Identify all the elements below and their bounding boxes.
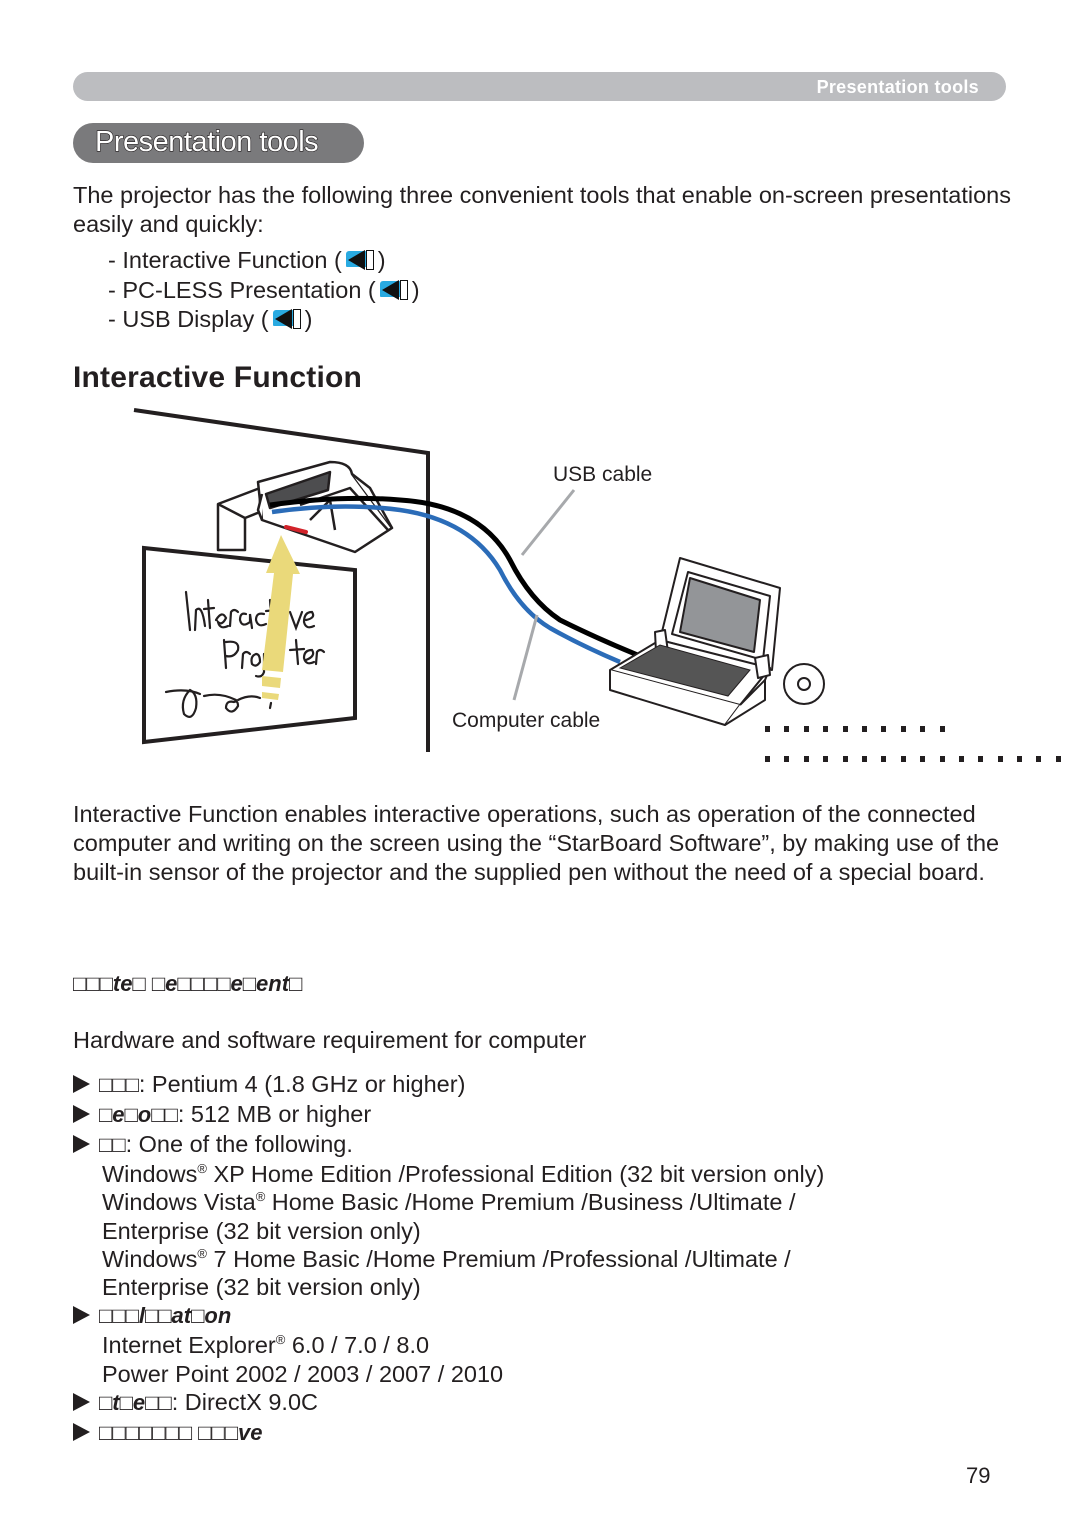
- bullet-arrow-icon: [73, 1075, 90, 1093]
- tool-item-interactive-function[interactable]: - Interactive Function (): [108, 246, 420, 276]
- system-requirements-heading: □□□te□ □e□□□□e□ent□: [73, 971, 303, 996]
- os-text: Enterprise (32 bit version only): [102, 1217, 421, 1244]
- bullet-arrow-icon: [73, 1393, 90, 1412]
- os-text: Enterprise (32 bit version only): [102, 1274, 421, 1301]
- application-item: Power Point 2002 / 2003 / 2007 / 2010: [73, 1360, 1033, 1388]
- laptop: [609, 557, 781, 726]
- book-reference-icon[interactable]: [378, 279, 412, 301]
- interactive-function-heading: Interactive Function: [73, 361, 363, 394]
- requirements-list: □□□: Pentium 4 (1.8 GHz or higher) □e□o□…: [73, 1070, 1033, 1448]
- requirement-value: : One of the following.: [125, 1131, 353, 1157]
- requirement-key: □e□o□□: [99, 1102, 178, 1127]
- requirement-key: □□□: [99, 1072, 139, 1097]
- dotted-leader-long: [765, 756, 1061, 762]
- requirement-application: □□□l□□at□on: [73, 1301, 1033, 1331]
- computer-cable-label: Computer cable: [452, 709, 600, 732]
- bullet-arrow-icon: [73, 1105, 90, 1123]
- book-reference-icon[interactable]: [271, 308, 305, 330]
- requirement-value: : Pentium 4 (1.8 GHz or higher): [138, 1071, 466, 1097]
- requirement-drive: □□□□□□□ □□□ve: [73, 1418, 1033, 1448]
- running-header-title: Presentation tools: [816, 77, 979, 97]
- os-text: Home Basic /Home Premium /Business /Ulti…: [265, 1189, 796, 1216]
- tool-paren: ): [411, 276, 420, 303]
- usb-cable-label: USB cable: [553, 463, 652, 486]
- interactive-description: Interactive Function enables interactive…: [73, 801, 1000, 885]
- os-text: XP Home Edition /Professional Edition (3…: [206, 1161, 825, 1187]
- os-text: Windows: [102, 1245, 198, 1272]
- app-text: Internet Explorer: [102, 1332, 276, 1359]
- requirement-cpu: □□□: Pentium 4 (1.8 GHz or higher): [73, 1070, 1033, 1100]
- page-number: 79: [966, 1463, 991, 1488]
- section-title-pill: Presentation tools: [73, 123, 364, 163]
- interactive-function-diagram: USB cable Computer cable: [133, 408, 825, 752]
- tool-item-usb-display[interactable]: - USB Display (): [108, 305, 420, 335]
- os-text: Windows Vista: [102, 1189, 256, 1216]
- requirement-value: : 512 MB or higher: [177, 1101, 372, 1127]
- requirement-key: □□□□□□□ □□□ve: [99, 1420, 263, 1446]
- os-item: Windows Vista® Home Basic /Home Premium …: [73, 1188, 1033, 1216]
- requirement-other: □t□e□□: DirectX 9.0C: [73, 1388, 1033, 1418]
- app-text: Power Point 2002 / 2003 / 2007 / 2010: [102, 1360, 504, 1387]
- os-item: Enterprise (32 bit version only): [73, 1217, 1033, 1245]
- bullet-arrow-icon: [73, 1306, 90, 1325]
- cd-disc-icon: [783, 663, 825, 705]
- application-item: Internet Explorer® 6.0 / 7.0 / 8.0: [73, 1331, 1033, 1359]
- requirement-memory: □e□o□□: 512 MB or higher: [73, 1100, 1033, 1130]
- os-item: Enterprise (32 bit version only): [73, 1273, 1033, 1301]
- requirement-os: □□: One of the following.: [73, 1130, 1033, 1160]
- tool-label: - Interactive Function (: [108, 247, 342, 273]
- os-item: Windows® 7 Home Basic /Home Premium /Pro…: [73, 1245, 1033, 1273]
- registered-mark: ®: [197, 1161, 207, 1176]
- tool-list: - Interactive Function () - PC-LESS Pres…: [108, 246, 420, 335]
- section-title: Presentation tools: [94, 125, 319, 158]
- bullet-arrow-icon: [73, 1135, 90, 1153]
- registered-mark: ®: [255, 1189, 266, 1205]
- os-item: Windows® XP Home Edition /Professional E…: [73, 1160, 1033, 1188]
- os-text: 7 Home Basic /Home Premium /Professional…: [206, 1245, 791, 1272]
- tool-paren: ): [304, 306, 313, 332]
- requirement-value: : DirectX 9.0C: [171, 1389, 318, 1416]
- tool-paren: ): [377, 247, 386, 273]
- leader-lines: [512, 489, 576, 701]
- intro-paragraph: The projector has the following three co…: [73, 182, 1011, 237]
- tool-item-pc-less-presentation[interactable]: - PC-LESS Presentation (): [108, 276, 420, 306]
- bullet-arrow-icon: [73, 1423, 90, 1442]
- os-text: Windows: [102, 1161, 198, 1187]
- requirement-key: □□: [99, 1132, 126, 1157]
- requirement-key: □□□l□□at□on: [99, 1303, 232, 1329]
- registered-mark: ®: [197, 1245, 207, 1261]
- book-reference-icon[interactable]: [344, 249, 378, 271]
- running-header-bar: Presentation tools: [73, 72, 1006, 101]
- tool-label: - USB Display (: [108, 306, 269, 332]
- app-text: 6.0 / 7.0 / 8.0: [285, 1332, 430, 1359]
- tool-label: - PC-LESS Presentation (: [108, 276, 376, 303]
- registered-mark: ®: [275, 1332, 286, 1348]
- screen-board: [142, 545, 357, 745]
- requirement-key: □t□e□□: [99, 1390, 172, 1416]
- hw-sw-intro: Hardware and software requirement for co…: [73, 1027, 587, 1053]
- dotted-leader-short: [765, 726, 945, 732]
